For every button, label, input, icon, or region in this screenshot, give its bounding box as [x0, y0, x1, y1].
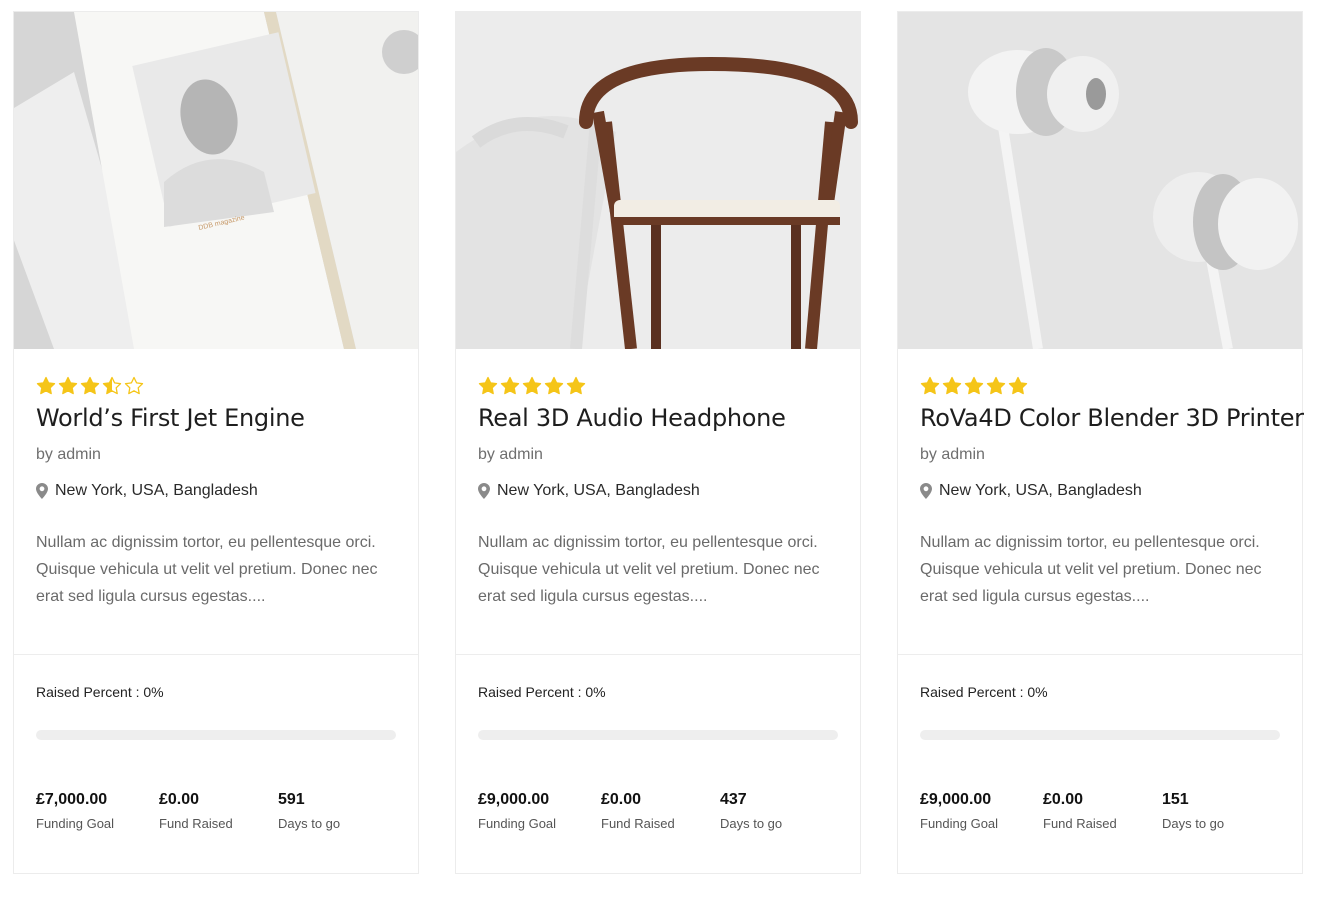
- fund-raised: £0.00 Fund Raised: [1043, 791, 1117, 831]
- funding-goal: £7,000.00 Funding Goal: [36, 791, 114, 831]
- fund-raised-label: Fund Raised: [1043, 816, 1117, 831]
- fund-raised-label: Fund Raised: [159, 816, 233, 831]
- campaign-location: New York, USA, Bangladesh: [478, 482, 700, 500]
- funding-goal: £9,000.00 Funding Goal: [920, 791, 998, 831]
- rating-stars: [36, 376, 144, 398]
- campaign-author: by admin: [478, 446, 543, 463]
- star-icon: [500, 376, 520, 395]
- campaign-title[interactable]: World’s First Jet Engine: [36, 404, 305, 432]
- location-text: New York, USA, Bangladesh: [497, 482, 700, 499]
- funding-goal-value: £9,000.00: [478, 791, 550, 808]
- campaign-excerpt: Nullam ac dignissim tortor, eu pellentes…: [920, 534, 1262, 605]
- days-to-go-value: 437: [720, 791, 747, 808]
- raised-percent-label: Raised Percent : 0%: [36, 684, 164, 700]
- star-icon: [566, 376, 586, 395]
- map-pin-icon: [478, 483, 490, 499]
- funding-goal-label: Funding Goal: [920, 816, 999, 831]
- divider: [14, 654, 418, 655]
- star-icon: [478, 376, 498, 395]
- location-text: New York, USA, Bangladesh: [939, 482, 1142, 499]
- funding-goal-value: £7,000.00: [36, 791, 108, 808]
- days-to-go-label: Days to go: [1162, 816, 1225, 831]
- campaign-card: DDB magazine World’s First Jet Engine by…: [13, 11, 419, 874]
- progress-bar: [36, 730, 396, 740]
- map-pin-icon: [36, 483, 48, 499]
- funding-goal-label: Funding Goal: [36, 816, 115, 831]
- divider: [898, 654, 1302, 655]
- rating-stars: [920, 376, 1028, 398]
- star-icon: [36, 376, 56, 395]
- campaign-location: New York, USA, Bangladesh: [920, 482, 1142, 500]
- campaign-card: Real 3D Audio Headphone by admin New Yor…: [455, 11, 861, 874]
- funding-goal-label: Funding Goal: [478, 816, 557, 831]
- campaign-image-magazine[interactable]: DDB magazine: [14, 12, 418, 349]
- fund-raised-label: Fund Raised: [601, 816, 675, 831]
- star-icon: [522, 376, 542, 395]
- progress-bar: [920, 730, 1280, 740]
- star-icon: [964, 376, 984, 395]
- star-icon: [1008, 376, 1028, 395]
- fund-raised: £0.00 Fund Raised: [159, 791, 233, 831]
- fund-raised-value: £0.00: [1043, 791, 1084, 808]
- campaign-author: by admin: [920, 446, 985, 463]
- star-icon: [544, 376, 564, 395]
- days-to-go-value: 151: [1162, 791, 1189, 808]
- star-icon: [986, 376, 1006, 395]
- star-icon: [942, 376, 962, 395]
- star-icon: [58, 376, 78, 395]
- rating-stars: [478, 376, 586, 398]
- fund-raised-value: £0.00: [159, 791, 200, 808]
- days-to-go-label: Days to go: [720, 816, 783, 831]
- campaign-excerpt: Nullam ac dignissim tortor, eu pellentes…: [478, 534, 820, 605]
- divider: [456, 654, 860, 655]
- days-to-go-value: 591: [278, 791, 305, 808]
- star-icon: [80, 376, 100, 395]
- funding-goal: £9,000.00 Funding Goal: [478, 791, 556, 831]
- days-to-go-label: Days to go: [278, 816, 341, 831]
- map-pin-icon: [920, 483, 932, 499]
- campaign-title[interactable]: Real 3D Audio Headphone: [478, 404, 786, 432]
- campaign-image-chair[interactable]: [456, 12, 860, 349]
- campaign-card: RoVa4D Color Blender 3D Printer by admin…: [897, 11, 1304, 874]
- days-to-go: 437 Days to go: [720, 791, 782, 831]
- campaign-image-earphones[interactable]: [898, 12, 1302, 349]
- progress-bar: [478, 730, 838, 740]
- location-text: New York, USA, Bangladesh: [55, 482, 258, 499]
- raised-percent-label: Raised Percent : 0%: [920, 684, 1048, 700]
- raised-percent-label: Raised Percent : 0%: [478, 684, 606, 700]
- star-icon: [124, 376, 144, 395]
- fund-raised-value: £0.00: [601, 791, 642, 808]
- star-icon: [102, 376, 122, 395]
- campaign-excerpt: Nullam ac dignissim tortor, eu pellentes…: [36, 534, 378, 605]
- days-to-go: 591 Days to go: [278, 791, 340, 831]
- funding-goal-value: £9,000.00: [920, 791, 992, 808]
- star-icon: [920, 376, 940, 395]
- days-to-go: 151 Days to go: [1162, 791, 1224, 831]
- campaign-title[interactable]: RoVa4D Color Blender 3D Printer: [920, 404, 1304, 432]
- campaign-author: by admin: [36, 446, 101, 463]
- campaign-location: New York, USA, Bangladesh: [36, 482, 258, 500]
- fund-raised: £0.00 Fund Raised: [601, 791, 675, 831]
